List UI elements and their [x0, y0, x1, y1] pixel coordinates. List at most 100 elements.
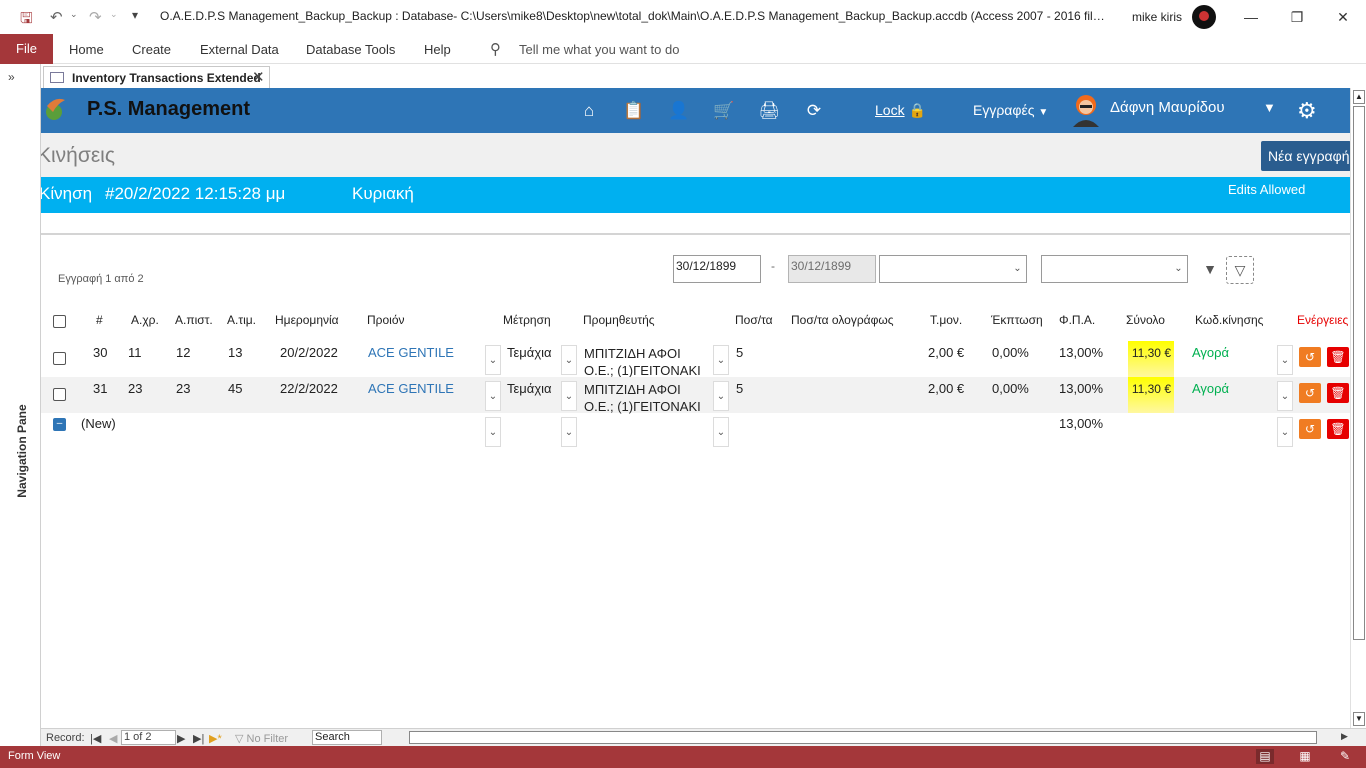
clipboard-icon[interactable]: 📋	[623, 100, 645, 122]
printer-icon[interactable]: 🖨	[758, 100, 780, 122]
supplier-dropdown-icon[interactable]: ⌄	[713, 345, 729, 375]
next-record-icon[interactable]: ▶	[177, 732, 185, 745]
delete-row-icon[interactable]: 🗑	[1327, 347, 1349, 367]
record-position-input[interactable]: 1 of 2	[121, 730, 176, 745]
tell-me-input[interactable]: Tell me what you want to do	[519, 42, 679, 57]
design-view-icon[interactable]: ✎	[1336, 749, 1354, 764]
undo-icon[interactable]: ↶	[50, 8, 63, 26]
scroll-down-icon[interactable]: ▼	[1353, 712, 1365, 726]
cell-apist[interactable]: 12	[176, 345, 190, 360]
horizontal-scrollbar[interactable]	[409, 731, 1317, 744]
no-filter-button[interactable]: ▽ No Filter	[235, 732, 288, 745]
redo-dropdown-icon[interactable]: ⌄	[110, 9, 118, 20]
navigation-pane-label[interactable]: Navigation Pane	[15, 401, 29, 501]
code-dropdown-icon[interactable]: ⌄	[1277, 381, 1293, 411]
restore-icon[interactable]: ❐	[1274, 4, 1320, 30]
product-dropdown-icon[interactable]: ⌄	[485, 381, 501, 411]
expand-nav-icon[interactable]: »	[8, 70, 15, 84]
row-checkbox[interactable]	[53, 388, 66, 401]
prev-record-icon[interactable]: ◀	[109, 732, 117, 745]
select-all-checkbox[interactable]	[53, 315, 66, 328]
file-tab[interactable]: File	[0, 34, 53, 64]
cell-unit[interactable]: Τεμάχια	[507, 345, 552, 360]
cell-price[interactable]: 2,00 €	[928, 381, 964, 396]
tab-database-tools[interactable]: Database Tools	[306, 42, 395, 57]
cell-discount[interactable]: 0,00%	[992, 345, 1029, 360]
supplier-dropdown-icon[interactable]: ⌄	[713, 381, 729, 411]
close-icon[interactable]: ✕	[1320, 4, 1366, 30]
new-record-button[interactable]: Νέα εγγραφή	[1261, 141, 1350, 171]
undo-row-icon[interactable]: ↺	[1299, 383, 1321, 403]
scroll-thumb[interactable]	[1353, 106, 1365, 640]
document-tab[interactable]: Inventory Transactions Extended ✕	[43, 66, 270, 88]
cell-product[interactable]: ACE GENTILE	[368, 381, 454, 396]
chevron-down-icon[interactable]: ⌄	[1171, 260, 1186, 278]
tab-home[interactable]: Home	[69, 42, 104, 57]
code-dropdown-icon[interactable]: ⌄	[1277, 417, 1293, 447]
cell-vat[interactable]: 13,00%	[1059, 416, 1103, 431]
layout-view-icon[interactable]: ▦	[1296, 749, 1314, 764]
product-dropdown-icon[interactable]: ⌄	[485, 345, 501, 375]
unit-dropdown-icon[interactable]: ⌄	[561, 417, 577, 447]
undo-row-icon[interactable]: ↺	[1299, 347, 1321, 367]
records-menu[interactable]: Εγγραφές ▼	[973, 102, 1048, 118]
user-avatar-icon[interactable]	[1070, 93, 1102, 127]
date-from-input[interactable]: 30/12/1899	[673, 255, 761, 283]
scroll-right-icon[interactable]: ▶	[1341, 731, 1348, 742]
tab-help[interactable]: Help	[424, 42, 451, 57]
cell-axr[interactable]: 23	[128, 381, 142, 396]
navigation-pane[interactable]: » Navigation Pane	[0, 64, 41, 746]
cell-supplier[interactable]: ΜΠΙΤΖΙΔΗ ΑΦΟΙ Ο.Ε.; (1)ΓΕΙΤΟΝΑΚΙ	[584, 345, 712, 379]
qat-customize-icon[interactable]: ▾	[132, 8, 138, 22]
document-tab-label[interactable]: Inventory Transactions Extended	[72, 71, 261, 85]
cell-product[interactable]: ACE GENTILE	[368, 345, 454, 360]
close-tab-icon[interactable]: ✕	[252, 68, 265, 86]
save-icon[interactable]: 🖫	[20, 8, 33, 33]
new-record-nav-icon[interactable]: ▶*	[209, 732, 222, 745]
cart-icon[interactable]: 🛒	[713, 100, 735, 122]
filter-icon[interactable]: ▼	[1196, 256, 1224, 284]
cell-date[interactable]: 22/2/2022	[280, 381, 338, 396]
user-name[interactable]: mike kiris	[1132, 10, 1182, 24]
cell-qty[interactable]: 5	[736, 345, 743, 360]
vertical-scrollbar[interactable]: ▲ ▼	[1350, 88, 1366, 728]
refresh-icon[interactable]: ⟳	[803, 100, 825, 122]
cell-vat[interactable]: 13,00%	[1059, 381, 1103, 396]
cell-supplier[interactable]: ΜΠΙΤΖΙΔΗ ΑΦΟΙ Ο.Ε.; (1)ΓΕΙΤΟΝΑΚΙ	[584, 381, 712, 415]
undo-row-icon[interactable]: ↺	[1299, 419, 1321, 439]
cell-atim[interactable]: 45	[228, 381, 242, 396]
form-view-icon[interactable]: ▤	[1256, 749, 1274, 764]
cell-unit[interactable]: Τεμάχια	[507, 381, 552, 396]
row-checkbox[interactable]	[53, 352, 66, 365]
scroll-up-icon[interactable]: ▲	[1353, 90, 1365, 104]
cell-code[interactable]: Αγορά	[1192, 381, 1229, 396]
cell-atim[interactable]: 13	[228, 345, 242, 360]
settings-gears-icon[interactable]: ⚙	[1297, 98, 1317, 124]
minimize-icon[interactable]: —	[1228, 4, 1274, 30]
cell-axr[interactable]: 11	[128, 345, 142, 360]
last-record-icon[interactable]: ▶|	[193, 732, 204, 745]
delete-row-icon[interactable]: 🗑	[1327, 419, 1349, 439]
record-search-input[interactable]: Search	[312, 730, 382, 745]
user-avatar[interactable]	[1192, 5, 1216, 29]
filter-combo-1[interactable]: ⌄	[879, 255, 1027, 283]
cell-discount[interactable]: 0,00%	[992, 381, 1029, 396]
undo-dropdown-icon[interactable]: ⌄	[70, 9, 78, 20]
cell-apist[interactable]: 23	[176, 381, 190, 396]
supplier-dropdown-icon[interactable]: ⌄	[713, 417, 729, 447]
code-dropdown-icon[interactable]: ⌄	[1277, 345, 1293, 375]
home-icon[interactable]: ⌂	[578, 100, 600, 122]
filter-combo-2[interactable]: ⌄	[1041, 255, 1188, 283]
clear-filter-icon[interactable]: ▽	[1226, 256, 1254, 284]
redo-icon[interactable]: ↷	[89, 8, 102, 26]
delete-row-icon[interactable]: 🗑	[1327, 383, 1349, 403]
cell-price[interactable]: 2,00 €	[928, 345, 964, 360]
cell-code[interactable]: Αγορά	[1192, 345, 1229, 360]
product-dropdown-icon[interactable]: ⌄	[485, 417, 501, 447]
users-icon[interactable]: 👤	[668, 100, 690, 122]
cell-date[interactable]: 20/2/2022	[280, 345, 338, 360]
user-menu-caret-icon[interactable]: ▼	[1263, 100, 1276, 115]
first-record-icon[interactable]: |◀	[90, 732, 101, 745]
tab-external-data[interactable]: External Data	[200, 42, 279, 57]
cell-vat[interactable]: 13,00%	[1059, 345, 1103, 360]
